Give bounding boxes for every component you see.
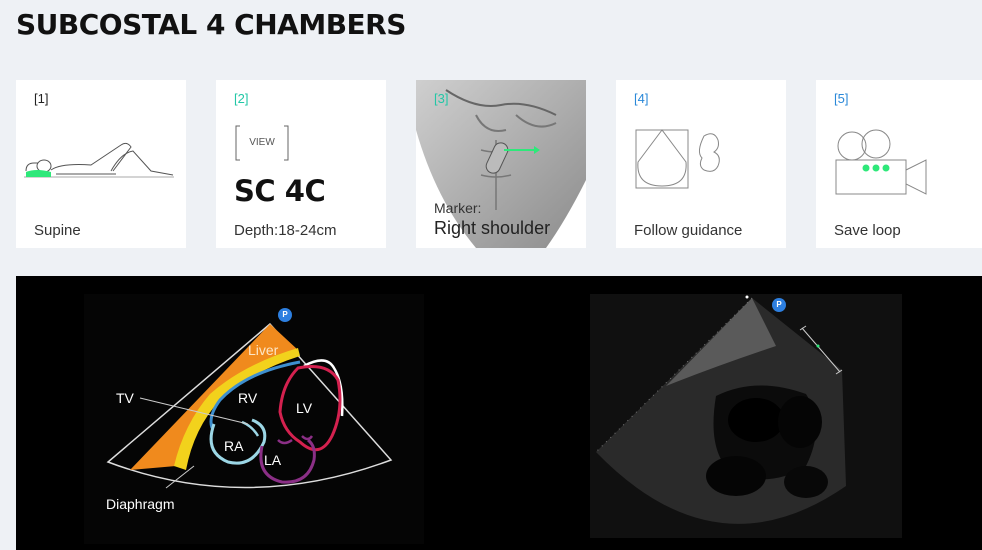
step-card-view: [2] VIEW SC 4C Depth:18-24cm — [216, 80, 386, 248]
step-card-supine: [1] Supine — [16, 80, 186, 248]
step-card-guidance: [4] Follow guidance — [616, 80, 786, 248]
step-number: [1] — [34, 91, 49, 106]
step-number: [3] — [434, 91, 449, 106]
view-name: SC 4C — [234, 174, 326, 208]
step-caption: Depth:18-24cm — [234, 222, 337, 239]
label-rv: RV — [238, 390, 258, 406]
marker-value: Right shoulder — [434, 218, 551, 238]
label-tv: TV — [116, 390, 134, 406]
probe-marker-badge-ultrasound: P — [772, 298, 786, 312]
marker-label: Marker: — [434, 200, 482, 216]
supine-patient-icon — [24, 142, 174, 178]
label-lv: LV — [296, 400, 313, 416]
probe-marker-badge: P — [278, 308, 292, 322]
page-title: SUBCOSTAL 4 CHAMBERS — [16, 8, 406, 41]
step-card-marker: [3] Marker: Right shoulder — [416, 80, 586, 248]
step-caption: Supine — [34, 222, 81, 239]
image-panel: P P Liver TV RV LV RA LA Diaphragm — [16, 276, 982, 550]
step-card-save-loop: [5] Save loop — [816, 80, 982, 248]
view-label: VIEW — [249, 137, 275, 148]
step-number: [4] — [634, 91, 649, 106]
label-liver: Liver — [248, 342, 279, 358]
probe-guidance-icon — [635, 129, 720, 189]
label-la: LA — [264, 452, 282, 468]
step-number: [2] — [234, 91, 249, 106]
video-camera-icon — [835, 129, 927, 195]
step-number: [5] — [834, 91, 849, 106]
step-caption: Save loop — [834, 222, 901, 239]
label-ra: RA — [224, 438, 244, 454]
step-caption: Follow guidance — [634, 222, 743, 239]
label-diaphragm: Diaphragm — [106, 496, 175, 512]
